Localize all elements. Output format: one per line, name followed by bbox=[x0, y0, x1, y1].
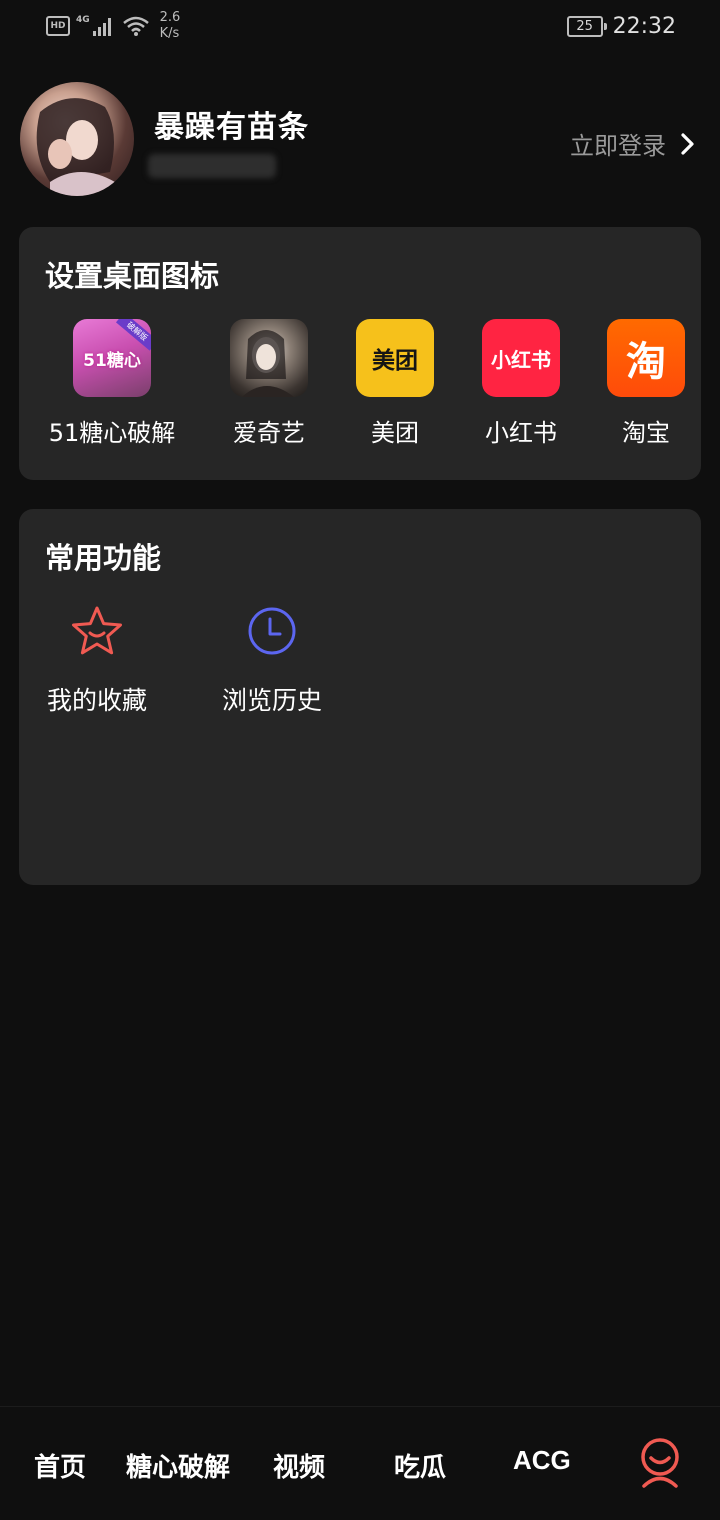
login-button[interactable]: 立即登录 bbox=[570, 126, 696, 161]
portrait-photo-icon bbox=[242, 330, 294, 397]
nav-gossip[interactable]: 吃瓜 bbox=[394, 1447, 446, 1484]
nav-home[interactable]: 首页 bbox=[34, 1447, 86, 1484]
taobao-app-icon: 淘 bbox=[607, 319, 685, 397]
network-type: 4G bbox=[76, 15, 90, 25]
smiley-user-icon bbox=[641, 1438, 679, 1488]
clock-icon bbox=[242, 601, 302, 661]
app-label: 51糖心破解 bbox=[48, 419, 176, 447]
wifi-icon bbox=[122, 16, 149, 36]
account-id-blurred bbox=[148, 154, 276, 178]
favorites-label: 我的收藏 bbox=[46, 686, 147, 715]
tangxin-app-icon: 破解版 51糖心 bbox=[73, 319, 151, 397]
profile-header: 暴躁有苗条 立即登录 bbox=[20, 82, 700, 200]
avatar[interactable] bbox=[20, 82, 134, 196]
star-icon bbox=[67, 601, 127, 661]
status-right: 25 22:32 bbox=[566, 14, 676, 39]
screen: HD 4G 2.6 K/s 25 22:32 暴躁有苗条 立即登录 设置桌面图标… bbox=[0, 0, 720, 1520]
username: 暴躁有苗条 bbox=[154, 110, 309, 145]
meituan-app-icon: 美团 bbox=[356, 319, 434, 397]
bottom-nav: 首页 糖心破解 视频 吃瓜 ACG bbox=[0, 1406, 720, 1520]
net-speed: 2.6 K/s bbox=[160, 10, 181, 42]
signal-icon bbox=[92, 18, 111, 36]
history-button[interactable]: 浏览历史 bbox=[192, 601, 352, 717]
battery-icon: 25 bbox=[566, 16, 607, 37]
login-label: 立即登录 bbox=[570, 132, 666, 160]
app-label: 淘宝 bbox=[622, 419, 670, 447]
avatar-illustration bbox=[36, 98, 115, 196]
chevron-right-icon bbox=[681, 132, 694, 155]
net-speed-unit: K/s bbox=[159, 26, 180, 41]
net-speed-value: 2.6 bbox=[159, 10, 181, 25]
favorites-button[interactable]: 我的收藏 bbox=[17, 601, 177, 717]
app-icon-text: 美团 bbox=[372, 348, 418, 374]
app-option-taobao[interactable]: 淘 淘宝 bbox=[571, 319, 720, 448]
app-option-tangxin[interactable]: 破解版 51糖心 51糖心破解 bbox=[37, 319, 187, 448]
common-functions-card: 常用功能 我的收藏 浏览历史 bbox=[19, 509, 701, 885]
app-icon-text: 51糖心 bbox=[83, 350, 141, 371]
app-icon-text: 淘 bbox=[626, 339, 666, 385]
app-icon-text: 小红书 bbox=[491, 347, 551, 372]
status-bar: HD 4G 2.6 K/s 25 22:32 bbox=[0, 0, 720, 56]
hd-badge: HD bbox=[46, 16, 70, 36]
nav-tangxin[interactable]: 糖心破解 bbox=[126, 1447, 230, 1484]
nav-video[interactable]: 视频 bbox=[273, 1447, 325, 1484]
desktop-icon-card-title: 设置桌面图标 bbox=[45, 259, 220, 293]
status-left: HD 4G 2.6 K/s bbox=[46, 10, 180, 42]
xiaohongshu-app-icon: 小红书 bbox=[482, 319, 560, 397]
clock: 22:32 bbox=[612, 14, 676, 39]
history-label: 浏览历史 bbox=[221, 686, 322, 715]
iqiyi-app-icon bbox=[230, 319, 308, 397]
common-functions-card-title: 常用功能 bbox=[45, 541, 162, 575]
nav-acg[interactable]: ACG bbox=[513, 1445, 571, 1476]
nav-profile[interactable] bbox=[636, 1437, 684, 1489]
desktop-icon-card: 设置桌面图标 破解版 51糖心 51糖心破解 爱奇艺 美团 美团 小红书 小红书… bbox=[19, 227, 701, 480]
